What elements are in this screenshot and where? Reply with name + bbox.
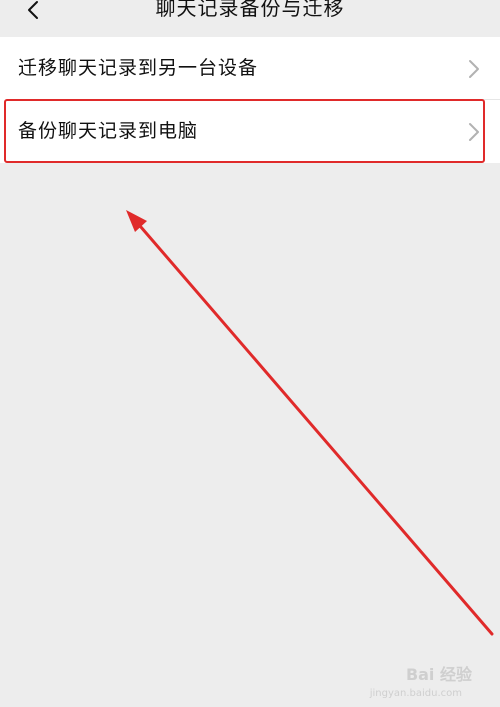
settings-list: 迁移聊天记录到另一台设备 备份聊天记录到电脑 [0,37,500,163]
watermark-url: jingyan.baidu.com [369,688,462,699]
chat-backup-migration-screen: 聊天记录备份与迁移 迁移聊天记录到另一台设备 备份聊天记录到电脑 Bai 经验 … [0,0,500,707]
list-item-backup-to-computer[interactable]: 备份聊天记录到电脑 [0,100,500,163]
list-item-migrate-to-device[interactable]: 迁移聊天记录到另一台设备 [0,37,500,100]
chevron-right-icon [469,60,479,78]
page-title: 聊天记录备份与迁移 [155,0,345,20]
navigation-bar: 聊天记录备份与迁移 [0,0,500,36]
chevron-right-icon [469,123,479,141]
watermark-logo: Bai 经验 [405,665,472,684]
list-item-label: 迁移聊天记录到另一台设备 [18,57,259,79]
list-item-label: 备份聊天记录到电脑 [18,120,199,142]
